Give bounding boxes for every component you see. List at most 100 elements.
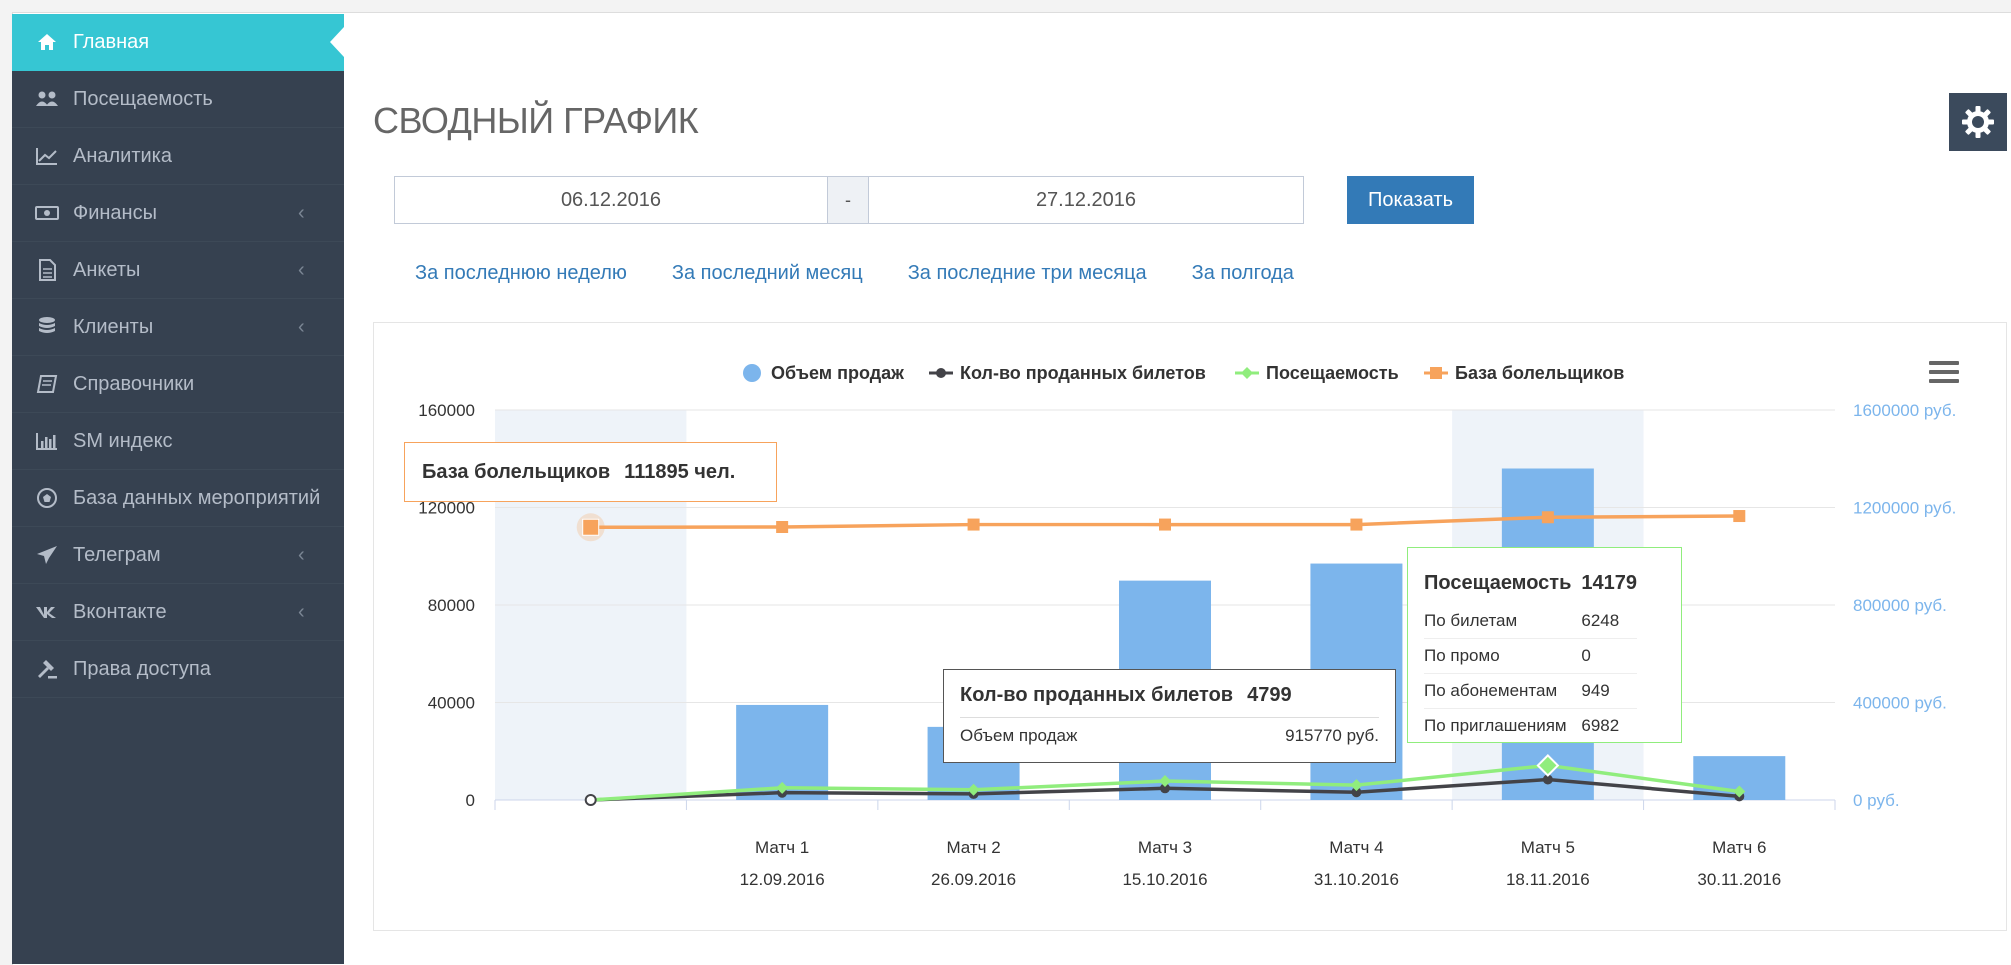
sidebar-item-label: Телеграм [73,543,161,566]
sidebar-item-label: Анкеты [73,258,141,281]
paper-plane-icon [34,545,60,565]
tooltip-tickets-title: Кол-во проданных билетов [960,684,1234,706]
tooltip-attendance-value: 14179 [1581,571,1637,594]
tooltip-fans-value: 111895 чел. [624,460,736,483]
y-right-tick: 1600000 руб. [1853,401,1956,420]
sidebar-item-label: Аналитика [73,144,172,167]
date-separator: - [828,176,868,224]
sidebar-item-label: Справочники [73,372,195,395]
y-left-tick: 160000 [418,401,475,420]
sidebar-item-label: Права доступа [73,657,211,680]
x-label-date: 15.10.2016 [1122,870,1207,889]
y-left-tick: 80000 [428,596,475,615]
money-icon [34,204,60,222]
x-label-name: Матч 4 [1329,838,1383,857]
point-fans [1541,511,1554,524]
attendance-row-value: 0 [1581,638,1637,674]
sidebar-item[interactable]: Вконтакте ‹ [12,584,344,641]
y-right-tick: 0 руб. [1853,791,1900,810]
tooltip-fans: База болельщиков 111895 чел. [404,442,777,502]
sidebar-item[interactable]: Посещаемость [12,71,344,128]
tooltip-attendance-title: Посещаемость [1424,571,1572,594]
sidebar-item[interactable]: Главная [12,14,344,71]
point-fans [967,518,980,531]
legend-symbol [1430,367,1442,379]
sidebar-item[interactable]: Клиенты ‹ [12,299,344,356]
chart-svg: 040000800001200001600000 руб.400000 руб.… [418,363,1956,889]
sidebar-item[interactable]: Финансы ‹ [12,185,344,242]
quick-range-links: За последнюю неделю За последний месяц З… [415,262,1339,285]
point-fans [1159,518,1171,531]
attendance-row-label: По приглашениям [1424,716,1567,735]
page-title: СВОДНЫЙ ГРАФИК [373,100,699,141]
x-label-date: 26.09.2016 [931,870,1016,889]
vk-icon [34,604,60,620]
chevron-left-icon: ‹ [298,600,305,623]
sidebar-item-label: Финансы [73,201,157,224]
date-range: - [394,176,1304,224]
link-last-week[interactable]: За последнюю неделю [415,262,627,285]
attendance-row-label: По абонементам [1424,673,1582,709]
date-from-field[interactable] [394,176,828,224]
sidebar-item[interactable]: Телеграм ‹ [12,527,344,584]
y-right-tick: 1200000 руб. [1853,499,1956,518]
point-fans [1350,518,1363,531]
sidebar-item-label: Главная [73,30,150,53]
point-fans [776,521,789,533]
active-indicator [330,27,344,57]
gear-icon [1962,106,1994,138]
book-icon [34,374,60,394]
sidebar-item-label: SM индекс [73,429,173,452]
soccer-ball-icon [34,487,60,509]
link-half-year[interactable]: За полгода [1192,262,1294,285]
users-icon [34,89,60,109]
y-right-tick: 800000 руб. [1853,596,1947,615]
attendance-row-label: По билетам [1424,604,1582,639]
tooltip-fans-title: База болельщиков [422,460,611,483]
legend-symbol [1241,367,1253,379]
show-button[interactable]: Показать [1347,176,1474,224]
tooltip-tickets: Кол-во проданных билетов 4799 Объем прод… [943,669,1396,763]
gavel-icon [34,658,60,680]
sidebar-item[interactable]: Аналитика [12,128,344,185]
x-label-date: 12.09.2016 [740,870,825,889]
line-chart-icon [34,146,60,166]
sidebar-item[interactable]: База данных мероприятий [12,470,344,527]
settings-button[interactable] [1949,93,2007,151]
chevron-left-icon: ‹ [298,258,305,281]
x-label-date: 30.11.2016 [1697,870,1781,889]
hover-point-fans [582,518,600,536]
sidebar-item[interactable]: Справочники [12,356,344,413]
point-fans [1733,510,1746,523]
sidebar-item-label: Посещаемость [73,87,213,110]
legend-symbol [743,364,761,382]
legend-symbol [936,368,946,378]
date-to-field[interactable] [868,176,1304,224]
chevron-left-icon: ‹ [298,201,305,224]
attendance-row-value: 6982 [1581,716,1620,735]
legend-label: Кол-во проданных билетов [960,363,1206,383]
x-label-name: Матч 3 [1138,838,1192,857]
x-label-name: Матч 5 [1521,838,1575,857]
sidebar-item[interactable]: Анкеты ‹ [12,242,344,299]
x-label-date: 31.10.2016 [1314,870,1399,889]
sidebar: Главная Посещаемость Аналитика Финансы ‹ Анке… [12,14,344,964]
sidebar-item-label: Клиенты [73,315,154,338]
chevron-left-icon: ‹ [298,315,305,338]
y-right-tick: 400000 руб. [1853,694,1947,713]
sidebar-item[interactable]: Права доступа [12,641,344,698]
x-label-date: 18.11.2016 [1506,870,1590,889]
attendance-row-value: 6248 [1581,604,1637,639]
chart-menu-icon[interactable] [1929,361,1959,385]
link-last-three-months[interactable]: За последние три месяца [908,262,1147,285]
link-last-month[interactable]: За последний месяц [672,262,863,285]
tooltip-attendance: Посещаемость 14179 По билетам 6248 По про… [1407,547,1682,743]
document-icon [34,259,60,281]
legend-label: Объем продаж [771,363,904,383]
sidebar-item[interactable]: SM индекс [12,413,344,470]
home-icon [34,32,60,52]
legend-label: База болельщиков [1455,363,1624,383]
bar-chart-icon [34,431,60,451]
legend-label: Посещаемость [1266,363,1399,383]
tooltip-sales-label: Объем продаж [960,726,1078,745]
